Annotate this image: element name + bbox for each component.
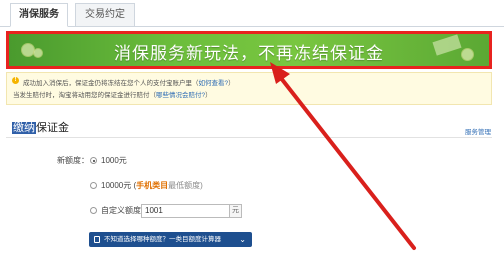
tab-bar: 消保服务 交易约定 xyxy=(0,0,504,27)
radio-10000[interactable] xyxy=(90,182,97,189)
unit-label: 元 xyxy=(230,204,242,218)
option-custom-label: 自定义额度 xyxy=(101,206,141,215)
phone-category-text: 手机类目 xyxy=(136,181,169,190)
banner-text: 消保服务新玩法，不再冻结保证金 xyxy=(114,44,384,64)
notice-line-2: 当发生赔付时，淘宝将动用您的保证金进行赔付（哪些情况会赔付?） xyxy=(13,89,212,99)
calculator-icon xyxy=(94,236,100,243)
promo-banner[interactable]: 消保服务新玩法，不再冻结保证金 xyxy=(6,31,492,69)
option-1000-label: 1000元 xyxy=(101,156,127,165)
how-to-view-link[interactable]: 如何查看? xyxy=(199,80,229,87)
custom-amount-input[interactable]: 1001 xyxy=(141,204,230,218)
min-amount-text: 最低额度) xyxy=(168,181,203,190)
notice-text: ） xyxy=(205,92,212,99)
option-10000-label: 10000元 (手机类目最低额度) xyxy=(101,180,203,191)
section-title-highlight: 缴纳 xyxy=(12,122,36,134)
calculator-button-label: 不知道选择哪种额度？一类目额度计算器 xyxy=(104,236,221,243)
radio-1000[interactable] xyxy=(90,157,97,164)
notice-text: 当发生赔付时，淘宝将动用您的保证金进行赔付（ xyxy=(13,92,156,99)
section-title: 缴纳保证金 xyxy=(12,119,69,135)
notice-text: 成功加入消保后，保证金仍将冻结在您个人的支付宝账户里（ xyxy=(23,80,199,87)
notice-line-1: 成功加入消保后，保证金仍将冻结在您个人的支付宝账户里（如何查看?） xyxy=(23,77,235,87)
service-manage-link[interactable]: 服务管理 xyxy=(465,126,491,136)
option-10000-text: 10000元 ( xyxy=(101,181,137,190)
chevron-down-icon: ⌄ xyxy=(239,235,246,244)
compensation-cases-link[interactable]: 哪些情况会赔付? xyxy=(156,92,205,99)
amount-calculator-button[interactable]: 不知道选择哪种额度？一类目额度计算器 ⌄ xyxy=(89,232,252,247)
warning-icon: ! xyxy=(12,77,19,84)
notice-text: ） xyxy=(228,80,235,87)
section-title-rest: 保证金 xyxy=(36,122,69,134)
amount-label: 新额度： xyxy=(57,156,89,165)
notice-box: ! 成功加入消保后，保证金仍将冻结在您个人的支付宝账户里（如何查看?） 当发生赔… xyxy=(6,72,492,105)
section-divider xyxy=(6,137,492,138)
tab-trade-agreement[interactable]: 交易约定 xyxy=(75,3,135,27)
radio-custom[interactable] xyxy=(90,207,97,214)
tab-consumer-protection[interactable]: 消保服务 xyxy=(10,3,68,27)
